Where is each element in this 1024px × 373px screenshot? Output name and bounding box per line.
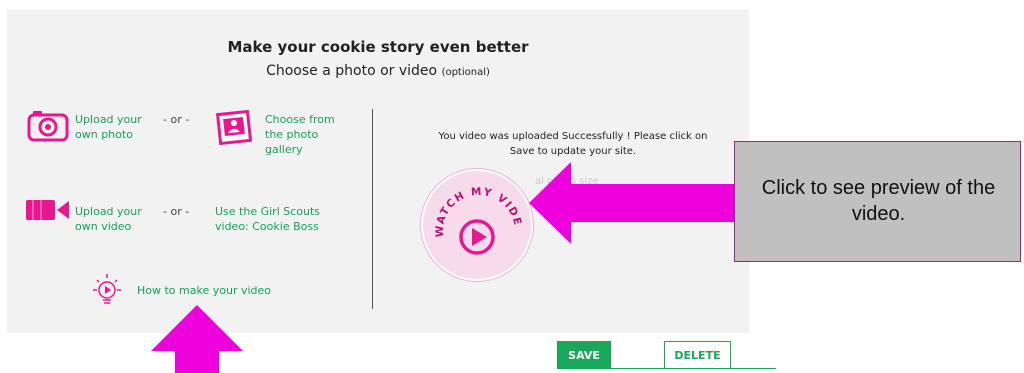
or-separator: - or - <box>163 113 190 126</box>
upload-status-message: You video was uploaded Successfully ! Pl… <box>409 129 737 159</box>
upload-photo-link[interactable]: Upload your own photo <box>75 112 155 142</box>
choose-gallery-link[interactable]: Choose from the photo gallery <box>265 112 343 157</box>
camera-icon[interactable] <box>27 109 71 143</box>
lightbulb-icon <box>93 274 121 304</box>
status-line-2: Save to update your site. <box>509 146 637 157</box>
dialog-subtitle: Choose a photo or video (optional) <box>7 63 749 79</box>
watch-my-video-text: WATCH MY VIDEO <box>418 162 522 237</box>
upload-video-link[interactable]: Upload your own video <box>75 204 153 234</box>
or-separator: - or - <box>163 205 190 218</box>
column-divider <box>372 109 373 309</box>
gallery-icon[interactable] <box>215 108 255 148</box>
divider <box>611 368 776 369</box>
girl-scouts-video-link[interactable]: Use the Girl Scouts video: Cookie Boss <box>215 204 345 234</box>
save-button[interactable]: SAVE <box>557 341 611 369</box>
dialog-title: Make your cookie story even better <box>227 38 529 56</box>
status-line-1: You video was uploaded Successfully ! Pl… <box>438 131 708 142</box>
watch-my-video-badge: WATCH MY VIDEO <box>418 162 524 255</box>
video-camera-icon[interactable] <box>25 198 71 222</box>
delete-button[interactable]: DELETE <box>664 341 731 369</box>
callout-arrow-left <box>529 162 741 244</box>
how-to-video-link[interactable]: How to make your video <box>137 283 271 298</box>
svg-text:WATCH MY VIDEO: WATCH MY VIDEO <box>423 171 524 237</box>
subtitle-optional: (optional) <box>441 67 490 78</box>
play-icon <box>459 219 495 255</box>
callout-text: Click to see preview of the video. <box>761 177 996 225</box>
watch-my-video-button[interactable]: WATCH MY VIDEO <box>418 162 533 281</box>
annotation-callout: Click to see preview of the video. <box>734 141 1021 262</box>
subtitle-text: Choose a photo or video <box>266 63 438 79</box>
callout-arrow-up <box>151 305 243 373</box>
